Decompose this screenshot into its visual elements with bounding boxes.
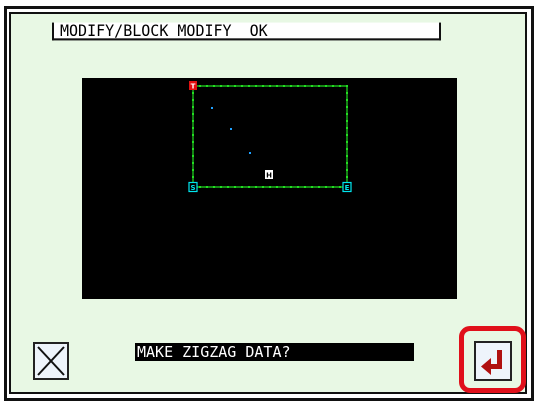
cancel-button[interactable]: [33, 342, 69, 380]
screen: MODIFY/BLOCK MODIFY OK T S E H MAKE ZIGZ…: [0, 0, 538, 403]
stitch-point: [283, 186, 285, 188]
home-marker[interactable]: H: [265, 170, 273, 180]
enter-button[interactable]: [474, 341, 512, 381]
stitch-point: [192, 134, 194, 136]
stitch-point: [241, 85, 243, 87]
stitch-point: [346, 155, 348, 157]
stitch-point: [220, 186, 222, 188]
start-marker[interactable]: S: [188, 181, 198, 193]
stitch-point: [346, 106, 348, 108]
pattern-canvas[interactable]: T S E H: [82, 78, 457, 299]
end-marker[interactable]: E: [342, 181, 352, 193]
stitch-point: [255, 186, 257, 188]
stitch-point: [290, 186, 292, 188]
stitch-point: [192, 120, 194, 122]
stitch-point: [346, 162, 348, 164]
stitch-point: [220, 85, 222, 87]
stitch-point: [199, 85, 201, 87]
enter-return-arrow-icon: [481, 350, 502, 375]
stitch-point: [192, 106, 194, 108]
stitch-point: [346, 127, 348, 129]
stitch-point: [199, 186, 201, 188]
close-x-icon: [37, 346, 65, 376]
stitch-point: [290, 85, 292, 87]
stitch-point: [206, 85, 208, 87]
stitch-point: [297, 186, 299, 188]
stitch-point: [213, 85, 215, 87]
stitch-point: [248, 85, 250, 87]
stitch-point: [192, 141, 194, 143]
stitch-point: [192, 127, 194, 129]
stitch-point: [346, 113, 348, 115]
stitch-point: [339, 186, 341, 188]
stitch-point: [192, 92, 194, 94]
stitch-point: [346, 92, 348, 94]
stitch-point: [339, 85, 341, 87]
stitch-point: [346, 148, 348, 150]
stitch-point: [262, 85, 264, 87]
stitch-point: [332, 85, 334, 87]
svg-text:S: S: [190, 184, 195, 192]
stitch-point: [276, 186, 278, 188]
svg-text:E: E: [345, 184, 350, 192]
stitch-point: [192, 176, 194, 178]
stitch-point: [192, 169, 194, 171]
stitch-point: [304, 85, 306, 87]
stitch-point: [304, 186, 306, 188]
stitch-point: [192, 113, 194, 115]
stitch-point: [332, 186, 334, 188]
page-title: MODIFY/BLOCK MODIFY OK: [52, 22, 441, 41]
stitch-point: [346, 169, 348, 171]
stitch-point: [206, 186, 208, 188]
stitch-point: [192, 155, 194, 157]
stitch-point: [192, 148, 194, 150]
stitch-point: [192, 162, 194, 164]
stitch-point: [234, 186, 236, 188]
stitch-point: [192, 99, 194, 101]
stitch-point: [234, 85, 236, 87]
stitch-point: [346, 134, 348, 136]
svg-text:H: H: [266, 172, 272, 180]
stitch-point: [346, 99, 348, 101]
stitch-point: [325, 186, 327, 188]
stitch-point: [227, 85, 229, 87]
interior-points: [211, 107, 251, 154]
stitch-point: [297, 85, 299, 87]
stitch-point: [227, 186, 229, 188]
stitch-point: [255, 85, 257, 87]
stitch-point: [213, 186, 215, 188]
stitch-point: [262, 186, 264, 188]
stitch-point: [248, 186, 250, 188]
prompt-message: MAKE ZIGZAG DATA?: [135, 343, 414, 361]
stitch-point: [346, 141, 348, 143]
stitch-point: [311, 186, 313, 188]
stitch-point: [241, 186, 243, 188]
stitch-point: [269, 186, 271, 188]
pattern-drawing: T S E H: [188, 81, 352, 193]
top-marker[interactable]: T: [189, 81, 197, 91]
stitch-point: [283, 85, 285, 87]
stitch-point: [318, 85, 320, 87]
stitch-point: [346, 120, 348, 122]
stitch-point: [346, 176, 348, 178]
stitch-point: [346, 85, 348, 87]
stitch-point: [269, 85, 271, 87]
stitch-point: [311, 85, 313, 87]
stitch-point: [276, 85, 278, 87]
svg-text:T: T: [191, 83, 196, 91]
stitch-point: [318, 186, 320, 188]
stitch-point: [325, 85, 327, 87]
